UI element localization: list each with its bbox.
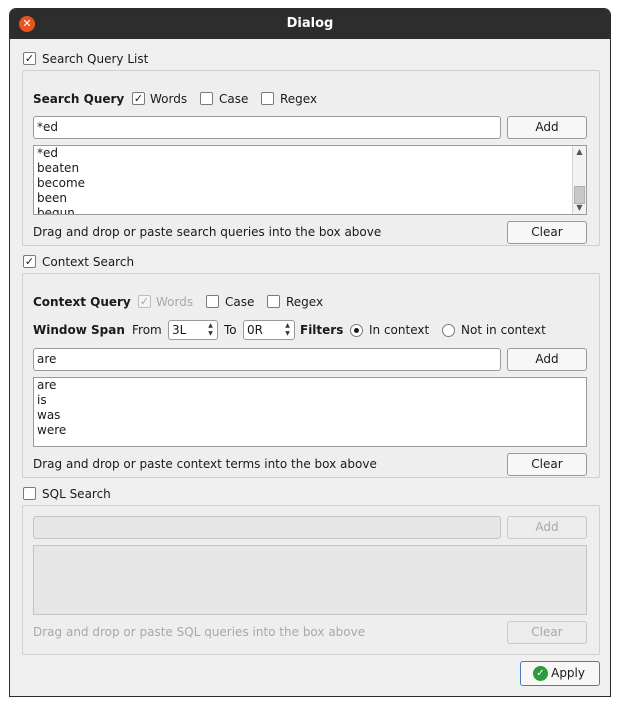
spin-arrows-icon[interactable]: ▲ ▼ xyxy=(282,322,293,338)
context-hint: Drag and drop or paste context terms int… xyxy=(33,457,377,471)
list-item[interactable]: *ed xyxy=(34,146,586,161)
search-regex-checkbox[interactable] xyxy=(261,92,274,105)
window-span-label: Window Span xyxy=(33,323,125,337)
sql-queries-list[interactable] xyxy=(33,545,587,615)
search-add-button[interactable]: Add xyxy=(507,116,587,139)
sql-search-group: Add Drag and drop or paste SQL queries i… xyxy=(22,505,600,655)
sql-search-label: SQL Search xyxy=(42,487,111,501)
scroll-up-icon[interactable]: ▲ xyxy=(573,146,586,158)
search-query-input[interactable]: *ed xyxy=(33,116,501,139)
title-bar: ✕ Dialog xyxy=(10,9,610,39)
search-case-checkbox[interactable] xyxy=(200,92,213,105)
context-query-label: Context Query xyxy=(33,295,131,309)
to-spinbox[interactable]: 0R ▲ ▼ xyxy=(243,320,295,340)
sql-hint: Drag and drop or paste SQL queries into … xyxy=(33,625,366,639)
from-label: From xyxy=(132,323,162,337)
from-spinbox[interactable]: 3L ▲ ▼ xyxy=(168,320,218,340)
scroll-down-icon[interactable]: ▼ xyxy=(573,202,586,214)
context-case-label: Case xyxy=(225,295,255,309)
list-item[interactable]: is xyxy=(34,393,586,408)
context-search-group: Context Query ✓ Words Case Regex Window … xyxy=(22,273,600,478)
search-query-label: Search Query xyxy=(33,92,125,106)
close-icon[interactable]: ✕ xyxy=(19,16,35,32)
spin-arrows-icon[interactable]: ▲ ▼ xyxy=(205,322,216,338)
to-value: 0R xyxy=(247,323,263,337)
search-clear-button[interactable]: Clear xyxy=(507,221,587,244)
not-in-context-label: Not in context xyxy=(461,323,546,337)
check-circle-icon: ✓ xyxy=(533,666,548,681)
apply-button[interactable]: ✓ Apply xyxy=(520,661,600,686)
context-regex-checkbox[interactable] xyxy=(267,295,280,308)
dialog-window: ✕ Dialog ✓ Search Query List Search Quer… xyxy=(9,8,611,697)
context-words-checkbox[interactable]: ✓ xyxy=(138,295,151,308)
context-case-checkbox[interactable] xyxy=(206,295,219,308)
list-item[interactable]: was xyxy=(34,408,586,423)
search-hint: Drag and drop or paste search queries in… xyxy=(33,225,382,239)
filters-label: Filters xyxy=(300,323,344,337)
list-item[interactable]: beaten xyxy=(34,161,586,176)
context-words-label: Words xyxy=(156,295,194,309)
list-item[interactable]: become xyxy=(34,176,586,191)
search-query-group: Search Query ✓ Words Case Regex *ed Add … xyxy=(22,70,600,246)
window-title: Dialog xyxy=(286,16,334,31)
sql-clear-button[interactable]: Clear xyxy=(507,621,587,644)
to-label: To xyxy=(224,323,237,337)
list-scrollbar[interactable]: ▲ ▼ xyxy=(572,146,586,214)
sql-query-input[interactable] xyxy=(33,516,501,539)
list-item[interactable]: were xyxy=(34,423,586,438)
list-item[interactable]: begun xyxy=(34,206,586,214)
sql-add-button[interactable]: Add xyxy=(507,516,587,539)
search-query-list[interactable]: *ed beaten become been begun ▲ ▼ xyxy=(33,145,587,215)
search-case-label: Case xyxy=(219,92,249,106)
context-terms-list[interactable]: are is was were xyxy=(33,377,587,447)
in-context-label: In context xyxy=(369,323,430,337)
apply-label: Apply xyxy=(551,666,585,680)
context-search-checkbox[interactable]: ✓ xyxy=(23,255,36,268)
from-value: 3L xyxy=(172,323,187,337)
sql-search-checkbox[interactable] xyxy=(23,487,36,500)
search-query-list-label: Search Query List xyxy=(42,52,149,66)
list-item[interactable]: been xyxy=(34,191,586,206)
search-words-checkbox[interactable]: ✓ xyxy=(132,92,145,105)
search-regex-label: Regex xyxy=(280,92,318,106)
context-search-label: Context Search xyxy=(42,255,135,269)
context-regex-label: Regex xyxy=(286,295,324,309)
context-clear-button[interactable]: Clear xyxy=(507,453,587,476)
search-query-list-checkbox[interactable]: ✓ xyxy=(23,52,36,65)
list-item[interactable]: are xyxy=(34,378,586,393)
context-query-input[interactable]: are xyxy=(33,348,501,371)
search-words-label: Words xyxy=(150,92,188,106)
not-in-context-radio[interactable] xyxy=(442,324,455,337)
in-context-radio[interactable] xyxy=(350,324,363,337)
context-add-button[interactable]: Add xyxy=(507,348,587,371)
